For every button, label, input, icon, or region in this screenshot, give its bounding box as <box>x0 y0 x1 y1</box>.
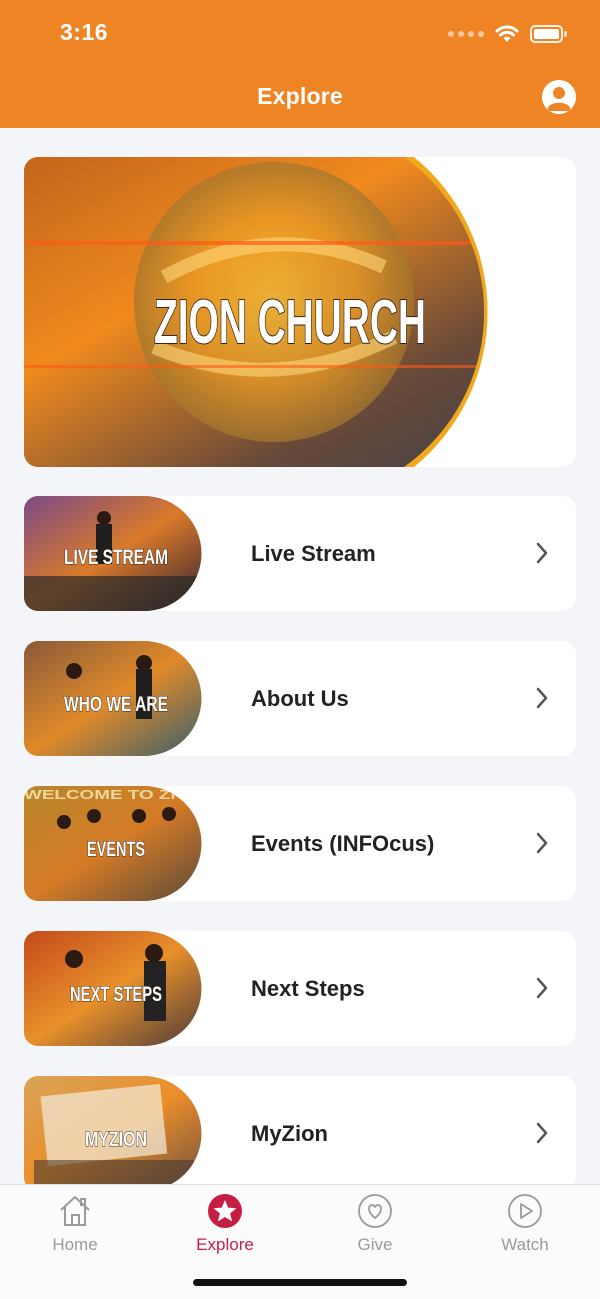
tab-label: Watch <box>501 1235 549 1254</box>
chevron-right-icon <box>536 977 548 999</box>
chevron-right-icon <box>536 832 548 854</box>
list-item-label: Events (INFOcus) <box>251 831 435 856</box>
svg-text:WHO WE ARE: WHO WE ARE <box>64 693 168 716</box>
status-time: 3:16 <box>60 19 109 45</box>
chevron-right-icon <box>536 542 548 564</box>
play-icon <box>508 1194 542 1228</box>
app-header: 3:16 Explore <box>0 0 600 128</box>
status-icons <box>448 22 568 46</box>
next-steps-thumbnail: NEXT STEPS <box>24 931 202 1046</box>
list-item-label: MyZion <box>251 1121 328 1146</box>
svg-text:LIVE STREAM: LIVE STREAM <box>64 546 168 569</box>
myzion-thumbnail: MYZION <box>24 1076 202 1191</box>
who-we-are-thumbnail: WHO WE ARE <box>24 641 202 756</box>
tab-label: Home <box>52 1235 98 1254</box>
list-item-label: Live Stream <box>251 541 376 566</box>
list-item-about-us[interactable]: WHO WE ARE About Us <box>24 641 576 756</box>
tab-give[interactable]: Give <box>300 1193 450 1257</box>
tab-label: Explore <box>196 1235 254 1254</box>
battery-icon <box>530 25 567 43</box>
user-icon <box>542 80 576 114</box>
profile-button[interactable] <box>542 80 576 114</box>
page-title: Explore <box>257 83 343 109</box>
list-item-label: About Us <box>251 686 349 711</box>
tab-explore[interactable]: Explore <box>150 1193 300 1257</box>
events-thumbnail: WELCOME TO ZION EVENTS <box>24 786 204 901</box>
svg-text:ZION CHURCH: ZION CHURCH <box>154 288 426 357</box>
svg-text:MYZION: MYZION <box>85 1128 147 1151</box>
home-icon <box>60 1196 90 1226</box>
tab-watch[interactable]: Watch <box>450 1193 600 1257</box>
svg-text:NEXT STEPS: NEXT STEPS <box>70 983 162 1006</box>
list-item-myzion[interactable]: MYZION MyZion <box>24 1076 576 1191</box>
hero-banner[interactable]: ZION CHURCH <box>24 157 576 467</box>
heart-icon <box>358 1194 392 1228</box>
tab-home[interactable]: Home <box>0 1193 150 1257</box>
svg-text:WELCOME TO ZION: WELCOME TO ZION <box>24 787 204 802</box>
home-indicator <box>193 1279 407 1286</box>
hero-title: ZION CHURCH <box>153 287 427 358</box>
wifi-icon <box>495 25 519 42</box>
svg-text:EVENTS: EVENTS <box>87 838 145 861</box>
live-stream-thumbnail: LIVE STREAM <box>24 496 202 611</box>
list-item-label: Next Steps <box>251 976 365 1001</box>
list-item-live-stream[interactable]: LIVE STREAM Live Stream <box>24 496 576 611</box>
chevron-right-icon <box>536 687 548 709</box>
list-item-next-steps[interactable]: NEXT STEPS Next Steps <box>24 931 576 1046</box>
list-item-events[interactable]: WELCOME TO ZION EVENTS Events (INFOcus) <box>24 786 576 901</box>
tab-label: Give <box>357 1235 393 1254</box>
chevron-right-icon <box>536 1122 548 1144</box>
signal-icon <box>448 31 484 37</box>
star-icon <box>208 1194 242 1228</box>
